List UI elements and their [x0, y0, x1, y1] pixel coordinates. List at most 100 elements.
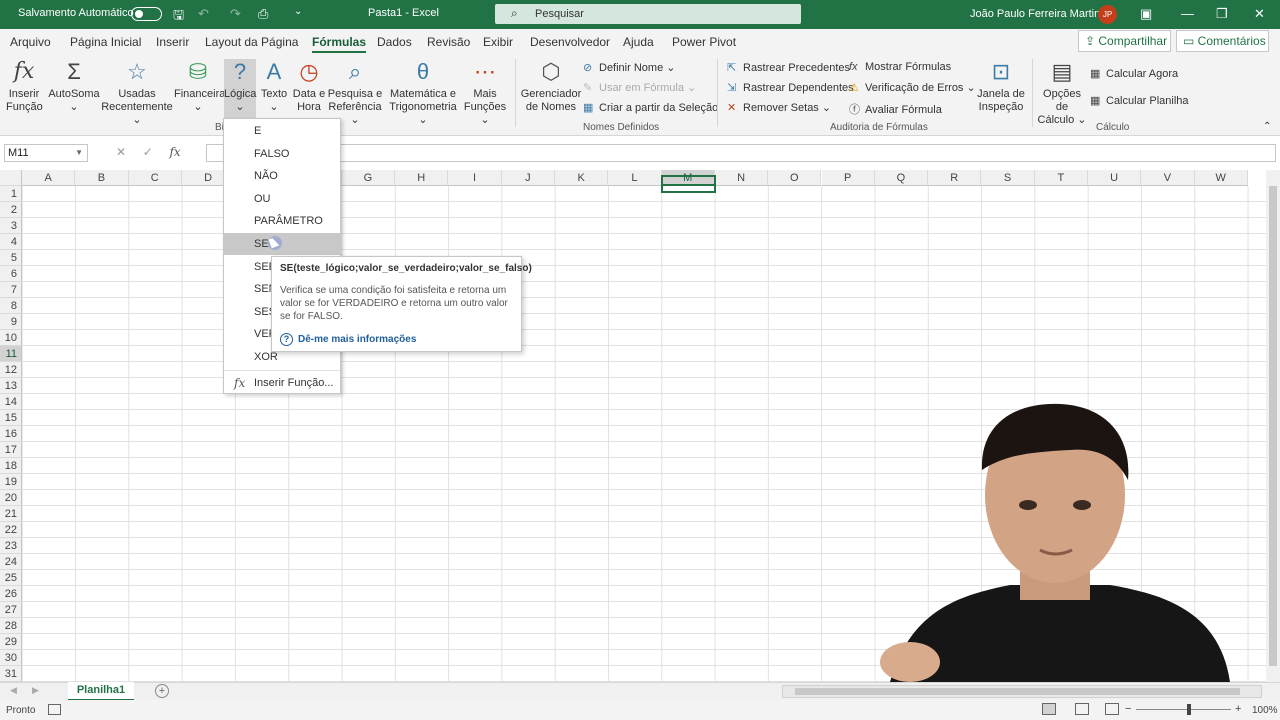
- row-header[interactable]: 21: [0, 506, 22, 522]
- tab-dados[interactable]: Dados: [377, 35, 412, 49]
- page-break-icon[interactable]: [1105, 703, 1119, 715]
- menu-item-se[interactable]: SE: [224, 233, 340, 255]
- redo-icon[interactable]: ↷: [230, 6, 241, 22]
- column-header[interactable]: S: [981, 170, 1035, 186]
- row-header[interactable]: 17: [0, 442, 22, 458]
- avatar[interactable]: JP: [1098, 5, 1117, 24]
- column-header[interactable]: I: [448, 170, 502, 186]
- math-button[interactable]: θ Matemática e Trigonometria ⌄: [386, 59, 460, 127]
- row-header[interactable]: 26: [0, 586, 22, 602]
- page-layout-icon[interactable]: [1075, 703, 1089, 715]
- close-icon[interactable]: ✕: [1254, 6, 1265, 22]
- tab-ajuda[interactable]: Ajuda: [623, 35, 654, 49]
- row-header[interactable]: 25: [0, 570, 22, 586]
- row-header[interactable]: 10: [0, 330, 22, 346]
- row-header[interactable]: 4: [0, 234, 22, 250]
- row-header[interactable]: 22: [0, 522, 22, 538]
- scroll-thumb[interactable]: [1269, 186, 1277, 666]
- more-functions-button[interactable]: ⋯ Mais Funções ⌄: [460, 59, 510, 127]
- zoom-out-icon[interactable]: −: [1125, 703, 1131, 715]
- calc-now-button[interactable]: ▦ Calcular Agora: [1090, 67, 1178, 80]
- name-manager-button[interactable]: ⬡ Gerenciador de Nomes: [520, 59, 582, 114]
- row-header[interactable]: 29: [0, 634, 22, 650]
- remove-arrows-button[interactable]: ✕ Remover Setas ⌄: [727, 101, 831, 114]
- formula-input[interactable]: [206, 144, 1276, 162]
- lookup-button[interactable]: ⌕ Pesquisa e Referência ⌄: [326, 59, 384, 127]
- row-header[interactable]: 9: [0, 314, 22, 330]
- calc-sheet-button[interactable]: ▦ Calcular Planilha: [1090, 94, 1189, 107]
- row-header[interactable]: 2: [0, 202, 22, 218]
- trace-dependents-button[interactable]: ⇲ Rastrear Dependentes: [727, 81, 854, 94]
- column-header[interactable]: Q: [874, 170, 929, 186]
- column-header[interactable]: P: [821, 170, 875, 186]
- column-header[interactable]: K: [555, 170, 609, 186]
- tab-pagina-inicial[interactable]: Página Inicial: [70, 35, 141, 49]
- row-header[interactable]: 1: [0, 186, 22, 202]
- row-header[interactable]: 30: [0, 650, 22, 666]
- zoom-slider[interactable]: [1136, 709, 1231, 710]
- recently-used-button[interactable]: ☆ Usadas Recentemente ⌄: [98, 59, 176, 127]
- column-header[interactable]: A: [22, 170, 76, 186]
- column-header[interactable]: R: [928, 170, 982, 186]
- column-header[interactable]: W: [1194, 170, 1248, 186]
- error-checking-button[interactable]: ⚠ Verificação de Erros ⌄: [849, 81, 976, 94]
- prev-sheet-icon[interactable]: ◀: [10, 685, 17, 696]
- tooltip-help-link[interactable]: ? Dê-me mais informações: [280, 333, 416, 346]
- watch-window-button[interactable]: ⊡ Janela de Inspeção: [976, 59, 1026, 114]
- menu-item-falso[interactable]: FALSO: [224, 143, 340, 165]
- share-button[interactable]: ⇪ Compartilhar: [1078, 30, 1171, 52]
- scroll-thumb[interactable]: [795, 688, 1240, 695]
- row-header[interactable]: 19: [0, 474, 22, 490]
- active-cell[interactable]: [661, 175, 716, 193]
- row-header[interactable]: 20: [0, 490, 22, 506]
- evaluate-formula-button[interactable]: ⓕ Avaliar Fórmula: [849, 101, 942, 117]
- calc-options-button[interactable]: ▤ Opções de Cálculo ⌄: [1036, 59, 1088, 127]
- insert-function-button[interactable]: fx Inserir Função: [6, 59, 43, 114]
- row-header[interactable]: 3: [0, 218, 22, 234]
- horizontal-scrollbar[interactable]: [782, 685, 1262, 698]
- tab-desenvolvedor[interactable]: Desenvolvedor: [530, 35, 610, 49]
- column-header[interactable]: J: [501, 170, 555, 186]
- cancel-icon[interactable]: ✕: [116, 145, 126, 159]
- row-header[interactable]: 8: [0, 298, 22, 314]
- macro-record-icon[interactable]: [48, 704, 61, 715]
- column-header[interactable]: V: [1141, 170, 1195, 186]
- undo-icon[interactable]: ↶: [198, 6, 209, 22]
- zoom-thumb[interactable]: [1187, 704, 1191, 715]
- menu-item-nao[interactable]: NÃO: [224, 165, 340, 187]
- create-from-selection-button[interactable]: ▦ Criar a partir da Seleção: [583, 101, 718, 114]
- column-header[interactable]: U: [1088, 170, 1142, 186]
- use-in-formula-button[interactable]: ✎ Usar em Fórmula ⌄: [583, 81, 696, 94]
- name-box[interactable]: M11 ▼: [4, 144, 88, 162]
- row-header[interactable]: 13: [0, 378, 22, 394]
- user-name[interactable]: João Paulo Ferreira Martins: [970, 8, 1106, 20]
- row-header[interactable]: 15: [0, 410, 22, 426]
- define-name-button[interactable]: ⊘ Definir Nome ⌄: [583, 61, 675, 74]
- customize-toolbar-icon[interactable]: ⌄: [294, 6, 302, 17]
- select-all-corner[interactable]: [0, 170, 22, 186]
- column-header[interactable]: H: [395, 170, 449, 186]
- menu-insert-function[interactable]: fx Inserir Função...: [224, 372, 340, 394]
- enter-icon[interactable]: ✓: [143, 145, 153, 159]
- tab-exibir[interactable]: Exibir: [483, 35, 513, 49]
- next-sheet-icon[interactable]: ▶: [32, 685, 39, 696]
- collapse-ribbon-icon[interactable]: ⌃: [1263, 121, 1271, 132]
- column-header[interactable]: C: [128, 170, 182, 186]
- fx-icon[interactable]: fx: [169, 145, 180, 159]
- row-header[interactable]: 18: [0, 458, 22, 474]
- row-header[interactable]: 16: [0, 426, 22, 442]
- tab-formulas[interactable]: Fórmulas: [312, 35, 367, 54]
- tab-arquivo[interactable]: Arquivo: [10, 35, 51, 49]
- row-header[interactable]: 11: [0, 346, 22, 362]
- show-formulas-button[interactable]: fx Mostrar Fórmulas: [849, 61, 951, 73]
- column-header[interactable]: T: [1034, 170, 1088, 186]
- add-sheet-button[interactable]: +: [155, 684, 169, 698]
- autosum-button[interactable]: Σ AutoSoma ⌄: [48, 59, 100, 114]
- zoom-level[interactable]: 100%: [1252, 705, 1278, 716]
- restore-icon[interactable]: ❐: [1216, 6, 1228, 22]
- row-header[interactable]: 28: [0, 618, 22, 634]
- tab-inserir[interactable]: Inserir: [156, 35, 189, 49]
- ribbon-display-icon[interactable]: ▣: [1140, 6, 1152, 22]
- minimize-icon[interactable]: —: [1181, 6, 1194, 21]
- zoom-in-icon[interactable]: +: [1235, 703, 1241, 715]
